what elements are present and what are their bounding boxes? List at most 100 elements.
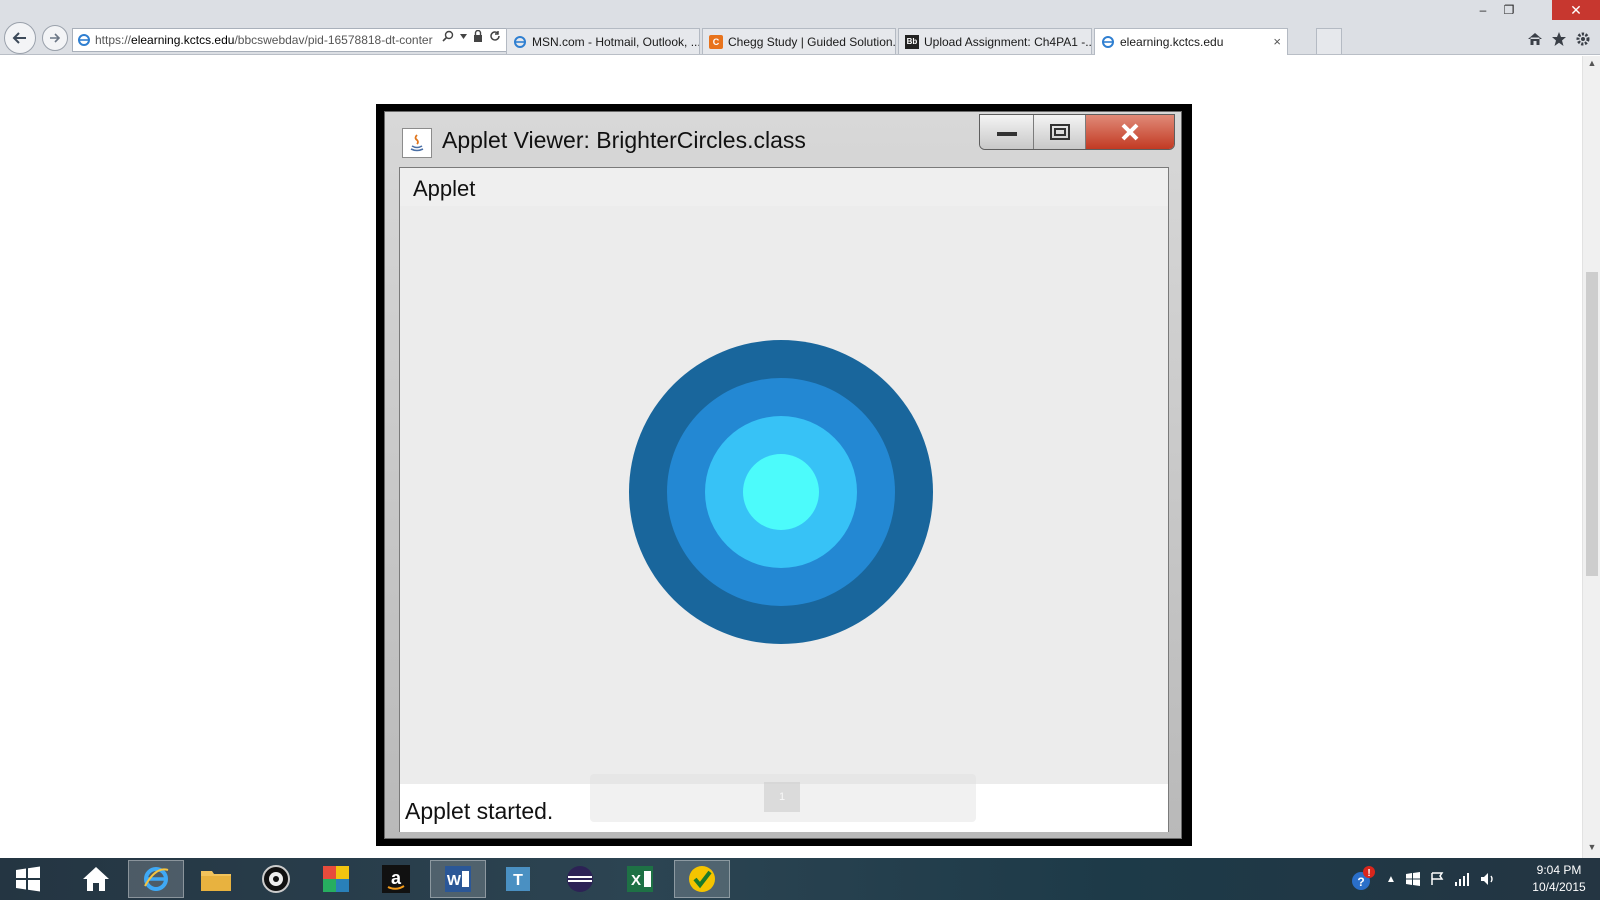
tab-msn[interactable]: MSN.com - Hotmail, Outlook, ...: [506, 28, 700, 54]
java-icon: [402, 128, 432, 158]
taskbar-typing-app[interactable]: T: [490, 860, 546, 898]
close-icon: [1121, 123, 1139, 141]
tab-elearning[interactable]: elearning.kctcs.edu ×: [1094, 28, 1288, 55]
maximize-icon: [1049, 124, 1070, 140]
internet-explorer-icon: [144, 867, 169, 891]
inner-circle: [743, 454, 819, 530]
forward-button[interactable]: [42, 25, 68, 51]
start-button[interactable]: [0, 860, 56, 898]
menu-item-applet[interactable]: Applet: [413, 176, 475, 202]
taskbar-color-app[interactable]: [308, 860, 364, 898]
amazon-icon: a: [382, 865, 410, 893]
volume-icon[interactable]: [1480, 872, 1496, 886]
tray-expand-icon[interactable]: ▲: [1386, 874, 1396, 885]
close-button[interactable]: [1086, 115, 1174, 149]
help-alert-icon[interactable]: ?!: [1350, 866, 1376, 892]
norton-icon: [689, 866, 715, 892]
taskbar-norton[interactable]: [674, 860, 730, 898]
page-scrollbar[interactable]: ▲ ▼: [1582, 56, 1600, 858]
window-titlebar[interactable]: Applet Viewer: BrighterCircles.class: [385, 112, 1181, 166]
minimize-icon: [996, 132, 1017, 136]
typing-app-icon: T: [506, 867, 530, 891]
status-bar: Applet started. 1: [400, 774, 1168, 832]
status-text: Applet started.: [405, 798, 554, 824]
maximize-button[interactable]: [1034, 115, 1086, 149]
tab-label: MSN.com - Hotmail, Outlook, ...: [532, 34, 700, 49]
tab-upload-assignment[interactable]: Bb Upload Assignment: Ch4PA1 -...: [898, 28, 1092, 54]
dropdown-arrow-icon[interactable]: [460, 33, 467, 39]
applet-canvas: [400, 206, 1168, 786]
svg-text:X: X: [631, 872, 641, 889]
browser-minimize-button[interactable]: –: [1470, 0, 1496, 20]
home-icon: [83, 867, 109, 891]
taskbar-file-explorer[interactable]: [188, 860, 244, 898]
blackboard-icon: Bb: [905, 34, 919, 49]
system-tray: ?! ▲: [1350, 858, 1496, 900]
ie-icon: [513, 35, 527, 49]
address-tools: [442, 30, 501, 42]
clock-time: 9:04 PM: [1536, 863, 1582, 877]
back-button[interactable]: [4, 22, 36, 54]
scroll-down-arrow-icon[interactable]: ▼: [1586, 842, 1598, 854]
window-title: Applet Viewer: BrighterCircles.class: [442, 127, 806, 153]
start-icon: [16, 866, 40, 892]
color-app-icon: [323, 866, 349, 892]
browser-chrome: – ❐ ✕ https://elearning.kctcs.edu/bbcswe…: [0, 0, 1600, 55]
pager-overlay: 1: [590, 774, 976, 822]
pager-current-page[interactable]: 1: [764, 782, 800, 812]
tab-label: Upload Assignment: Ch4PA1 -...: [924, 34, 1092, 49]
tab-label: elearning.kctcs.edu: [1120, 35, 1224, 49]
svg-text:!: !: [1367, 868, 1370, 879]
action-center-flag-icon[interactable]: [1430, 872, 1444, 886]
browser-close-button[interactable]: ✕: [1552, 0, 1600, 20]
url-path: /bbcswebdav/pid-16578818-dt-conter: [234, 33, 433, 47]
chegg-icon: C: [709, 34, 723, 49]
svg-text:?: ?: [1357, 875, 1364, 889]
url-scheme: https://: [95, 33, 132, 47]
taskbar-webcam[interactable]: [248, 860, 304, 898]
concentric-circles-drawing: [629, 340, 933, 644]
settings-gear-icon[interactable]: [1574, 30, 1592, 48]
tab-label: Chegg Study | Guided Solution...: [728, 34, 896, 49]
ie-icon: [78, 34, 90, 46]
lock-icon[interactable]: [473, 30, 483, 42]
taskbar-word[interactable]: W: [430, 860, 486, 898]
window-controls: [979, 114, 1175, 150]
url-host: elearning.kctcs.edu: [131, 33, 235, 47]
taskbar-home[interactable]: [68, 860, 124, 898]
taskbar-eclipse[interactable]: [552, 860, 608, 898]
clock-date: 10/4/2015: [1532, 880, 1586, 894]
tab-chegg[interactable]: C Chegg Study | Guided Solution...: [702, 28, 896, 54]
word-icon: W: [445, 866, 471, 892]
browser-restore-button[interactable]: ❐: [1496, 0, 1522, 20]
taskbar-internet-explorer[interactable]: [128, 860, 184, 898]
home-icon[interactable]: [1526, 30, 1544, 48]
excel-icon: X: [627, 866, 653, 892]
svg-text:a: a: [391, 868, 402, 888]
refresh-icon[interactable]: [489, 30, 501, 42]
search-icon[interactable]: [442, 30, 454, 42]
svg-text:T: T: [513, 872, 523, 889]
svg-text:W: W: [447, 872, 462, 889]
eclipse-icon: [567, 866, 593, 892]
webcam-icon: [262, 865, 290, 893]
arrow-right-icon: [50, 33, 61, 43]
tab-close-button[interactable]: ×: [1273, 34, 1281, 49]
applet-viewer-window: Applet Viewer: BrighterCircles.class App…: [384, 111, 1182, 839]
scroll-up-arrow-icon[interactable]: ▲: [1586, 58, 1598, 70]
taskbar: a W T X ?! ▲ 9:04 PM 10/4/2015: [0, 858, 1600, 900]
favorites-star-icon[interactable]: [1550, 30, 1568, 48]
network-signal-icon[interactable]: [1454, 872, 1470, 886]
applet-client-area: Applet Applet started. 1: [399, 167, 1169, 832]
system-clock[interactable]: 9:04 PM 10/4/2015: [1520, 862, 1598, 896]
file-explorer-icon: [201, 871, 231, 891]
taskbar-excel[interactable]: X: [612, 860, 668, 898]
windows-icon[interactable]: [1405, 872, 1420, 886]
ie-icon: [1101, 35, 1115, 49]
new-tab-button[interactable]: [1316, 28, 1342, 54]
menu-bar: Applet: [400, 168, 1168, 206]
scroll-thumb[interactable]: [1586, 272, 1598, 576]
arrow-left-icon: [12, 32, 26, 44]
taskbar-amazon[interactable]: a: [368, 860, 424, 898]
minimize-button[interactable]: [980, 115, 1034, 149]
